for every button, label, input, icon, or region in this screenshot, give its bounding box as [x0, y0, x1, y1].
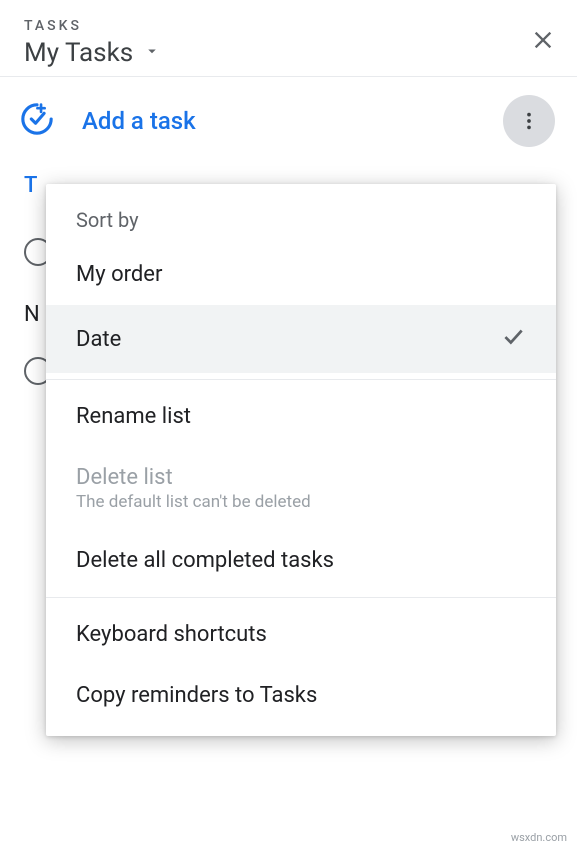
- close-icon: [529, 26, 557, 54]
- toolbar: Add a task: [0, 77, 577, 165]
- menu-divider: [46, 597, 556, 598]
- menu-divider: [46, 379, 556, 380]
- menu-item-label: Delete all completed tasks: [76, 548, 334, 573]
- chevron-down-icon: [143, 42, 161, 64]
- menu-item-keyboard-shortcuts[interactable]: Keyboard shortcuts: [46, 604, 556, 665]
- check-icon: [500, 323, 526, 355]
- add-task-icon: [20, 102, 54, 140]
- menu-item-label: Date: [76, 327, 121, 352]
- watermark: wsxdn.com: [511, 831, 567, 844]
- task-text: N: [24, 302, 40, 327]
- menu-item-label: Delete list: [76, 465, 311, 490]
- menu-item-my-order[interactable]: My order: [46, 244, 556, 305]
- menu-item-delete-completed[interactable]: Delete all completed tasks: [46, 530, 556, 591]
- menu-item-date[interactable]: Date: [46, 305, 556, 373]
- menu-item-label: Rename list: [76, 404, 191, 429]
- menu-item-delete-list: Delete list The default list can't be de…: [46, 447, 556, 530]
- list-selector[interactable]: My Tasks: [24, 38, 553, 68]
- list-title: My Tasks: [24, 38, 133, 68]
- panel-header: TASKS My Tasks: [0, 0, 577, 77]
- add-task-button[interactable]: Add a task: [82, 107, 503, 135]
- menu-item-label: Keyboard shortcuts: [76, 622, 267, 647]
- more-options-button[interactable]: [503, 95, 555, 147]
- menu-item-label: My order: [76, 262, 162, 287]
- menu-item-copy-reminders[interactable]: Copy reminders to Tasks: [46, 665, 556, 726]
- menu-item-subtext: The default list can't be deleted: [76, 492, 311, 512]
- more-vertical-icon: [518, 110, 540, 132]
- app-label: TASKS: [24, 18, 553, 34]
- close-button[interactable]: [529, 26, 557, 58]
- options-menu: Sort by My order Date Rename list Delete…: [46, 184, 556, 736]
- menu-item-rename-list[interactable]: Rename list: [46, 386, 556, 447]
- menu-heading-sort: Sort by: [46, 194, 556, 244]
- menu-item-label: Copy reminders to Tasks: [76, 683, 317, 708]
